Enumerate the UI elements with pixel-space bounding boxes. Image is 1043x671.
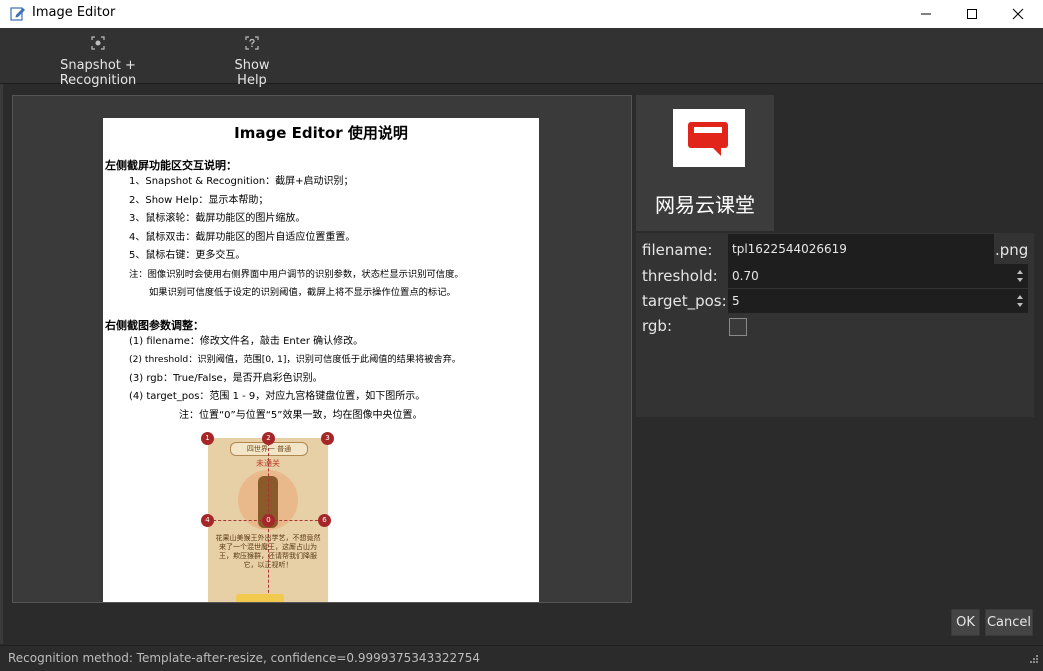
- show-help-button[interactable]: Show Help: [220, 36, 284, 88]
- minimize-icon: [921, 13, 931, 15]
- rgb-checkbox[interactable]: [729, 318, 747, 336]
- position-marker: 0: [262, 514, 275, 527]
- toolbar: Snapshot + Recognition Show Help: [0, 28, 1043, 88]
- netease-logo-icon: [688, 122, 728, 156]
- help-left-note: 如果识别可信度低于设定的识别阈值，截屏上将不显示操作位置点的标记。: [149, 287, 456, 298]
- parameters-panel: filename: tpl1622544026619 .png threshol…: [636, 233, 1034, 417]
- help-right-note: 注：位置“0”与位置“5”效果一致，均在图像中央位置。: [179, 409, 423, 421]
- app-edit-icon: [10, 7, 25, 21]
- help-right-heading: 右侧截图参数调整：: [105, 318, 204, 332]
- position-marker: 2: [262, 432, 275, 445]
- help-left-line: 5、鼠标右键：更多交互。: [129, 250, 246, 261]
- position-marker: 1: [201, 432, 214, 445]
- threshold-spinbox[interactable]: 0.70: [728, 264, 1028, 288]
- help-right-line: (3) rgb：True/False，是否开启彩色识别。: [129, 372, 323, 384]
- cancel-button[interactable]: Cancel: [985, 609, 1033, 636]
- snapshot-recognition-label: Snapshot + Recognition: [59, 58, 137, 88]
- help-document-image: Image Editor 使用说明 左侧截屏功能区交互说明： 1、Snapsho…: [103, 118, 539, 602]
- game-screenshot-image: 四世界一 普通 未通关 花果山美猴王外出学艺，不想竟然来了一个混世魔王，这厮占山…: [201, 432, 334, 602]
- help-right-line: (4) target_pos：范围 1 - 9，对应九宫格键盘位置，如下图所示。: [129, 391, 426, 402]
- help-left-heading: 左侧截屏功能区交互说明：: [105, 159, 237, 172]
- help-left-line: 4、鼠标双击：截屏功能区的图片自适应位置重置。: [129, 231, 356, 243]
- game-button: [236, 594, 284, 602]
- help-icon: [245, 36, 259, 50]
- title-bar: Image Editor: [0, 0, 1043, 28]
- target-pos-label: target_pos:: [642, 292, 727, 310]
- position-marker: 4: [201, 514, 214, 527]
- status-text: Recognition method: Template-after-resiz…: [8, 651, 481, 665]
- maximize-button[interactable]: [949, 0, 995, 28]
- help-right-list: (1) filename：修改文件名，敲击 Enter 确认修改。 (2) th…: [103, 333, 539, 426]
- left-edge-strip: [0, 84, 3, 644]
- snapshot-recognition-button[interactable]: Snapshot + Recognition: [28, 36, 168, 88]
- close-icon: [1012, 8, 1024, 20]
- help-doc-title: Image Editor 使用说明: [234, 124, 408, 142]
- threshold-label: threshold:: [642, 267, 718, 285]
- netease-logo: [673, 109, 745, 167]
- threshold-value: 0.70: [732, 269, 759, 283]
- thumbnail-text: 网易云课堂: [655, 193, 755, 217]
- help-right-line: (1) filename：修改文件名，敲击 Enter 确认修改。: [129, 335, 364, 347]
- snapshot-thumbnail: 网易云课堂: [636, 95, 774, 231]
- maximize-icon: [967, 9, 977, 19]
- spin-arrows-icon[interactable]: [1014, 291, 1026, 311]
- target-pos-value: 5: [732, 294, 740, 308]
- game-caption: 花果山美猴王外出学艺，不想竟然来了一个混世魔王，这厮占山为王，欺压猴群，还请帮我…: [215, 534, 321, 569]
- filename-extension: .png: [995, 241, 1029, 259]
- minimize-button[interactable]: [903, 0, 949, 28]
- screenshot-canvas[interactable]: Image Editor 使用说明 左侧截屏功能区交互说明： 1、Snapsho…: [12, 95, 632, 603]
- snapshot-icon: [91, 36, 105, 50]
- status-bar: Recognition method: Template-after-resiz…: [0, 645, 1043, 671]
- help-right-line: (2) threshold：识别阈值，范围[0, 1]，识别可信度低于此阈值的结…: [129, 354, 461, 365]
- help-left-line: 1、Snapshot & Recognition：截屏+启动识别；: [129, 176, 354, 187]
- position-marker: 6: [318, 514, 331, 527]
- help-left-line: 2、Show Help：显示本帮助；: [129, 194, 269, 206]
- help-left-line: 3、鼠标滚轮：截屏功能区的图片缩放。: [129, 213, 306, 224]
- spin-arrows-icon[interactable]: [1014, 266, 1026, 286]
- ok-button[interactable]: OK: [951, 609, 980, 636]
- target-pos-spinbox[interactable]: 5: [728, 289, 1028, 313]
- show-help-label: Show Help: [234, 58, 270, 88]
- filename-input[interactable]: tpl1622544026619: [728, 234, 994, 264]
- resize-grip-icon[interactable]: [1027, 654, 1039, 666]
- close-button[interactable]: [995, 0, 1041, 28]
- window-title: Image Editor: [32, 5, 116, 20]
- rgb-label: rgb:: [642, 317, 672, 335]
- help-left-list: 1、Snapshot & Recognition：截屏+启动识别； 2、Show…: [103, 173, 539, 303]
- help-left-note: 注：图像识别时会使用右侧界面中用户调节的识别参数，状态栏显示识别可信度。: [129, 268, 464, 280]
- filename-label: filename:: [642, 241, 713, 259]
- position-marker: 3: [321, 432, 334, 445]
